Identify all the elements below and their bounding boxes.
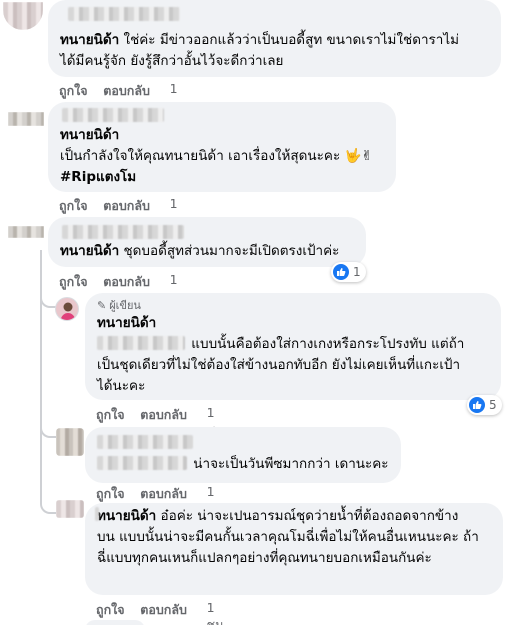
blurred-mention xyxy=(97,336,185,350)
commenter-name[interactable]: ทนายนิด้า xyxy=(60,125,384,146)
commenter-name[interactable]: ทนายนิด้า xyxy=(97,508,156,524)
reply-text-line3: ฉี่แบบทุกคนเหนก็แปลกๆอย่างที่คุณทนายบอกเ… xyxy=(97,550,432,566)
reply-text-line2: บน แบบนั้นน่าจะมีคนกั้นเวลาคุณโมฉี่เพื่อ… xyxy=(97,529,479,545)
commenter-name[interactable]: ทนายนิด้า xyxy=(97,313,489,334)
avatar[interactable] xyxy=(56,428,84,456)
reply-text: อ๋อค่ะ น่าจะเปนอารมณ์ชุดว่ายน้ำที่ต้องถอ… xyxy=(160,508,459,524)
blurred-name xyxy=(62,108,164,122)
pencil-icon: ✎ xyxy=(97,299,107,312)
hashtag-link[interactable]: #Ripแตงโม xyxy=(60,167,384,188)
reply-bubble: ทนายนิด้า อ๋อค่ะ น่าจะเปนอารมณ์ชุดว่ายน้… xyxy=(85,503,503,595)
comment-bubble: ทนายนิด้า ใช่ค่ะ มีข่าวออกแล้วว่าเป็นบอด… xyxy=(48,0,501,77)
thumbs-up-icon xyxy=(469,397,485,413)
reaction-number: 1 xyxy=(353,265,361,279)
timestamp[interactable]: 1 ชม. xyxy=(207,600,237,625)
blurred-name xyxy=(68,7,180,21)
reaction-count[interactable]: 1 xyxy=(331,262,366,282)
thread-connector xyxy=(40,412,56,438)
avatar[interactable] xyxy=(3,2,43,30)
comment-text: เป็นกำลังใจให้คุณทนายนิด้า เอาเรื่องให้ส… xyxy=(60,148,373,164)
next-comment-bubble xyxy=(85,620,145,625)
commenter-name[interactable]: ทนายนิด้า xyxy=(60,243,119,259)
reply-text-line2: เป็นชุดเดียวที่ไม่ใช่ต้องใส่ข้างนอกทับอี… xyxy=(97,357,461,373)
commenter-name[interactable]: ทนายนิด้า xyxy=(60,32,119,48)
avatar[interactable] xyxy=(8,226,44,238)
comment-bubble: ทนายนิด้า ชุดบอดี้สูทส่วนมากจะมีเปิดตรงเ… xyxy=(48,217,366,267)
thumbs-up-icon xyxy=(333,264,349,280)
reaction-number: 5 xyxy=(489,398,497,412)
reply-text: แบบนั้นคือต้องใส่กางเกงหรือกระโปรงทับ แต… xyxy=(191,336,465,352)
thread-connector xyxy=(40,282,56,308)
author-badge-label: ผู้เขียน xyxy=(109,299,141,312)
author-badge: ✎ ผู้เขียน xyxy=(97,299,489,313)
reply-bubble: ✎ ผู้เขียน ทนายนิด้า แบบนั้นคือต้องใส่กา… xyxy=(85,293,501,400)
reaction-count[interactable]: 5 xyxy=(467,395,502,415)
blurred-name xyxy=(97,435,193,449)
avatar[interactable] xyxy=(8,112,44,126)
comment-text: ใช่ค่ะ มีข่าวออกแล้วว่าเป็นบอดี้สูท ขนาด… xyxy=(123,32,460,48)
blurred-name xyxy=(62,225,184,239)
blurred-mention xyxy=(97,456,187,470)
blurred-name xyxy=(95,507,99,521)
comment-text-line2: ได้มีคนรู้จัก ยังรู้สึกว่าอั้นไว้จะดีกว่… xyxy=(60,53,284,69)
avatar[interactable] xyxy=(56,500,84,518)
author-avatar[interactable] xyxy=(55,297,79,321)
thread-connector xyxy=(40,488,56,514)
reply-button[interactable]: ตอบกลับ xyxy=(140,600,206,625)
comment-text: ชุดบอดี้สูทส่วนมากจะมีเปิดตรงเป้าค่ะ xyxy=(123,243,340,259)
reply-text-line3: ได้นะคะ xyxy=(97,378,146,394)
reply-text: น่าจะเป็นวันพีซมากกว่า เดานะคะ xyxy=(193,456,389,472)
comment-bubble: ทนายนิด้า เป็นกำลังใจให้คุณทนายนิด้า เอา… xyxy=(48,102,396,192)
reply-bubble: น่าจะเป็นวันพีซมากกว่า เดานะคะ xyxy=(85,427,401,483)
